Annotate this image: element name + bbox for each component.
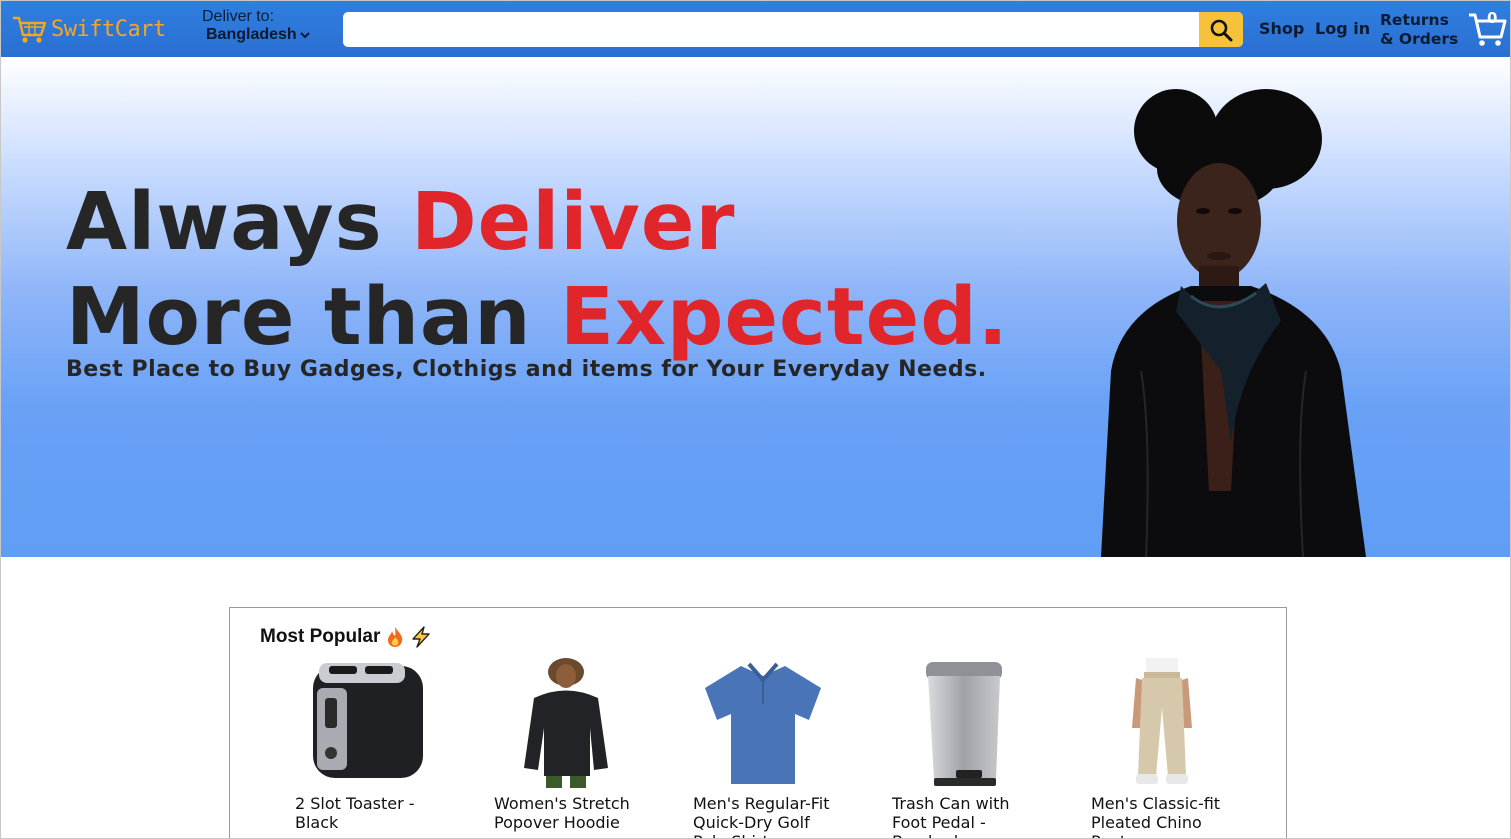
trash-can-image xyxy=(892,658,1032,788)
product-name: Men's Regular-Fit Quick-Dry Golf Polo Sh… xyxy=(693,794,830,838)
polo-shirt-image xyxy=(693,658,833,788)
product-name: Women's Stretch Popover Hoodie xyxy=(494,794,630,832)
headline-line-2-accent: Expected. xyxy=(560,271,1009,363)
cart-count-badge: 0 xyxy=(1487,9,1498,27)
logo-text: SwiftCart xyxy=(51,16,166,42)
product-name: Trash Can with Foot Pedal - Brushed xyxy=(892,794,1010,838)
headline-line-2: More than Expected. xyxy=(66,270,1009,365)
product-card[interactable]: Women's Stretch Popover Hoodie xyxy=(494,658,634,832)
deliver-country-label: Bangladesh xyxy=(206,26,297,43)
chino-pants-image xyxy=(1091,658,1231,788)
search-button[interactable] xyxy=(1199,12,1243,47)
search-input[interactable] xyxy=(343,12,1193,47)
product-card[interactable]: Men's Classic-fit Pleated Chino Pants xyxy=(1091,658,1231,838)
product-card[interactable]: 2 Slot Toaster - Black xyxy=(295,658,435,832)
fire-icon xyxy=(388,627,403,647)
shopping-cart-logo-icon xyxy=(13,16,47,43)
product-name: Men's Classic-fit Pleated Chino Pants xyxy=(1091,794,1221,838)
headline-line-1-plain: Always xyxy=(66,176,412,268)
swiftcart-logo[interactable]: SwiftCart xyxy=(11,13,166,45)
most-popular-title: Most Popular xyxy=(260,626,432,648)
nav-login-link[interactable]: Log in xyxy=(1315,19,1370,38)
toaster-image xyxy=(295,658,435,788)
hero-subtitle: Best Place to Buy Gadges, Clothigs and i… xyxy=(66,357,987,382)
nav-shop-link[interactable]: Shop xyxy=(1259,19,1304,38)
deliver-label: Deliver to: xyxy=(202,8,275,25)
product-card[interactable]: Trash Can with Foot Pedal - Brushed xyxy=(892,658,1032,838)
headline-line-1: Always Deliver xyxy=(66,175,1009,270)
nav-returns-orders-link[interactable]: Returns & Orders xyxy=(1380,11,1458,49)
product-card[interactable]: Men's Regular-Fit Quick-Dry Golf Polo Sh… xyxy=(693,658,833,838)
returns-line1: Returns xyxy=(1380,11,1449,29)
page-frame: SwiftCart Deliver to: Bangladesh Shop Lo… xyxy=(0,0,1511,839)
deliver-country: Bangladesh xyxy=(206,26,310,44)
hero-headline: Always Deliver More than Expected. xyxy=(66,175,1009,365)
hero-model-image xyxy=(1101,89,1366,557)
hoodie-image xyxy=(494,658,634,788)
most-popular-title-text: Most Popular xyxy=(260,626,381,647)
search-icon xyxy=(1210,19,1233,41)
chevron-down-icon xyxy=(299,32,310,39)
search-bar xyxy=(343,12,1243,47)
top-navbar: SwiftCart Deliver to: Bangladesh Shop Lo… xyxy=(1,1,1510,57)
headline-line-2-plain: More than xyxy=(66,271,560,363)
hero-banner: Always Deliver More than Expected. Best … xyxy=(1,57,1510,557)
deliver-to-selector[interactable]: Deliver to: Bangladesh xyxy=(202,8,310,44)
most-popular-section: Most Popular 2 Slot Toaster - Black Wome… xyxy=(229,607,1287,838)
lightning-icon xyxy=(412,626,431,648)
returns-line2: & Orders xyxy=(1380,30,1459,48)
product-name: 2 Slot Toaster - Black xyxy=(295,794,415,832)
headline-line-1-accent: Deliver xyxy=(411,176,736,268)
